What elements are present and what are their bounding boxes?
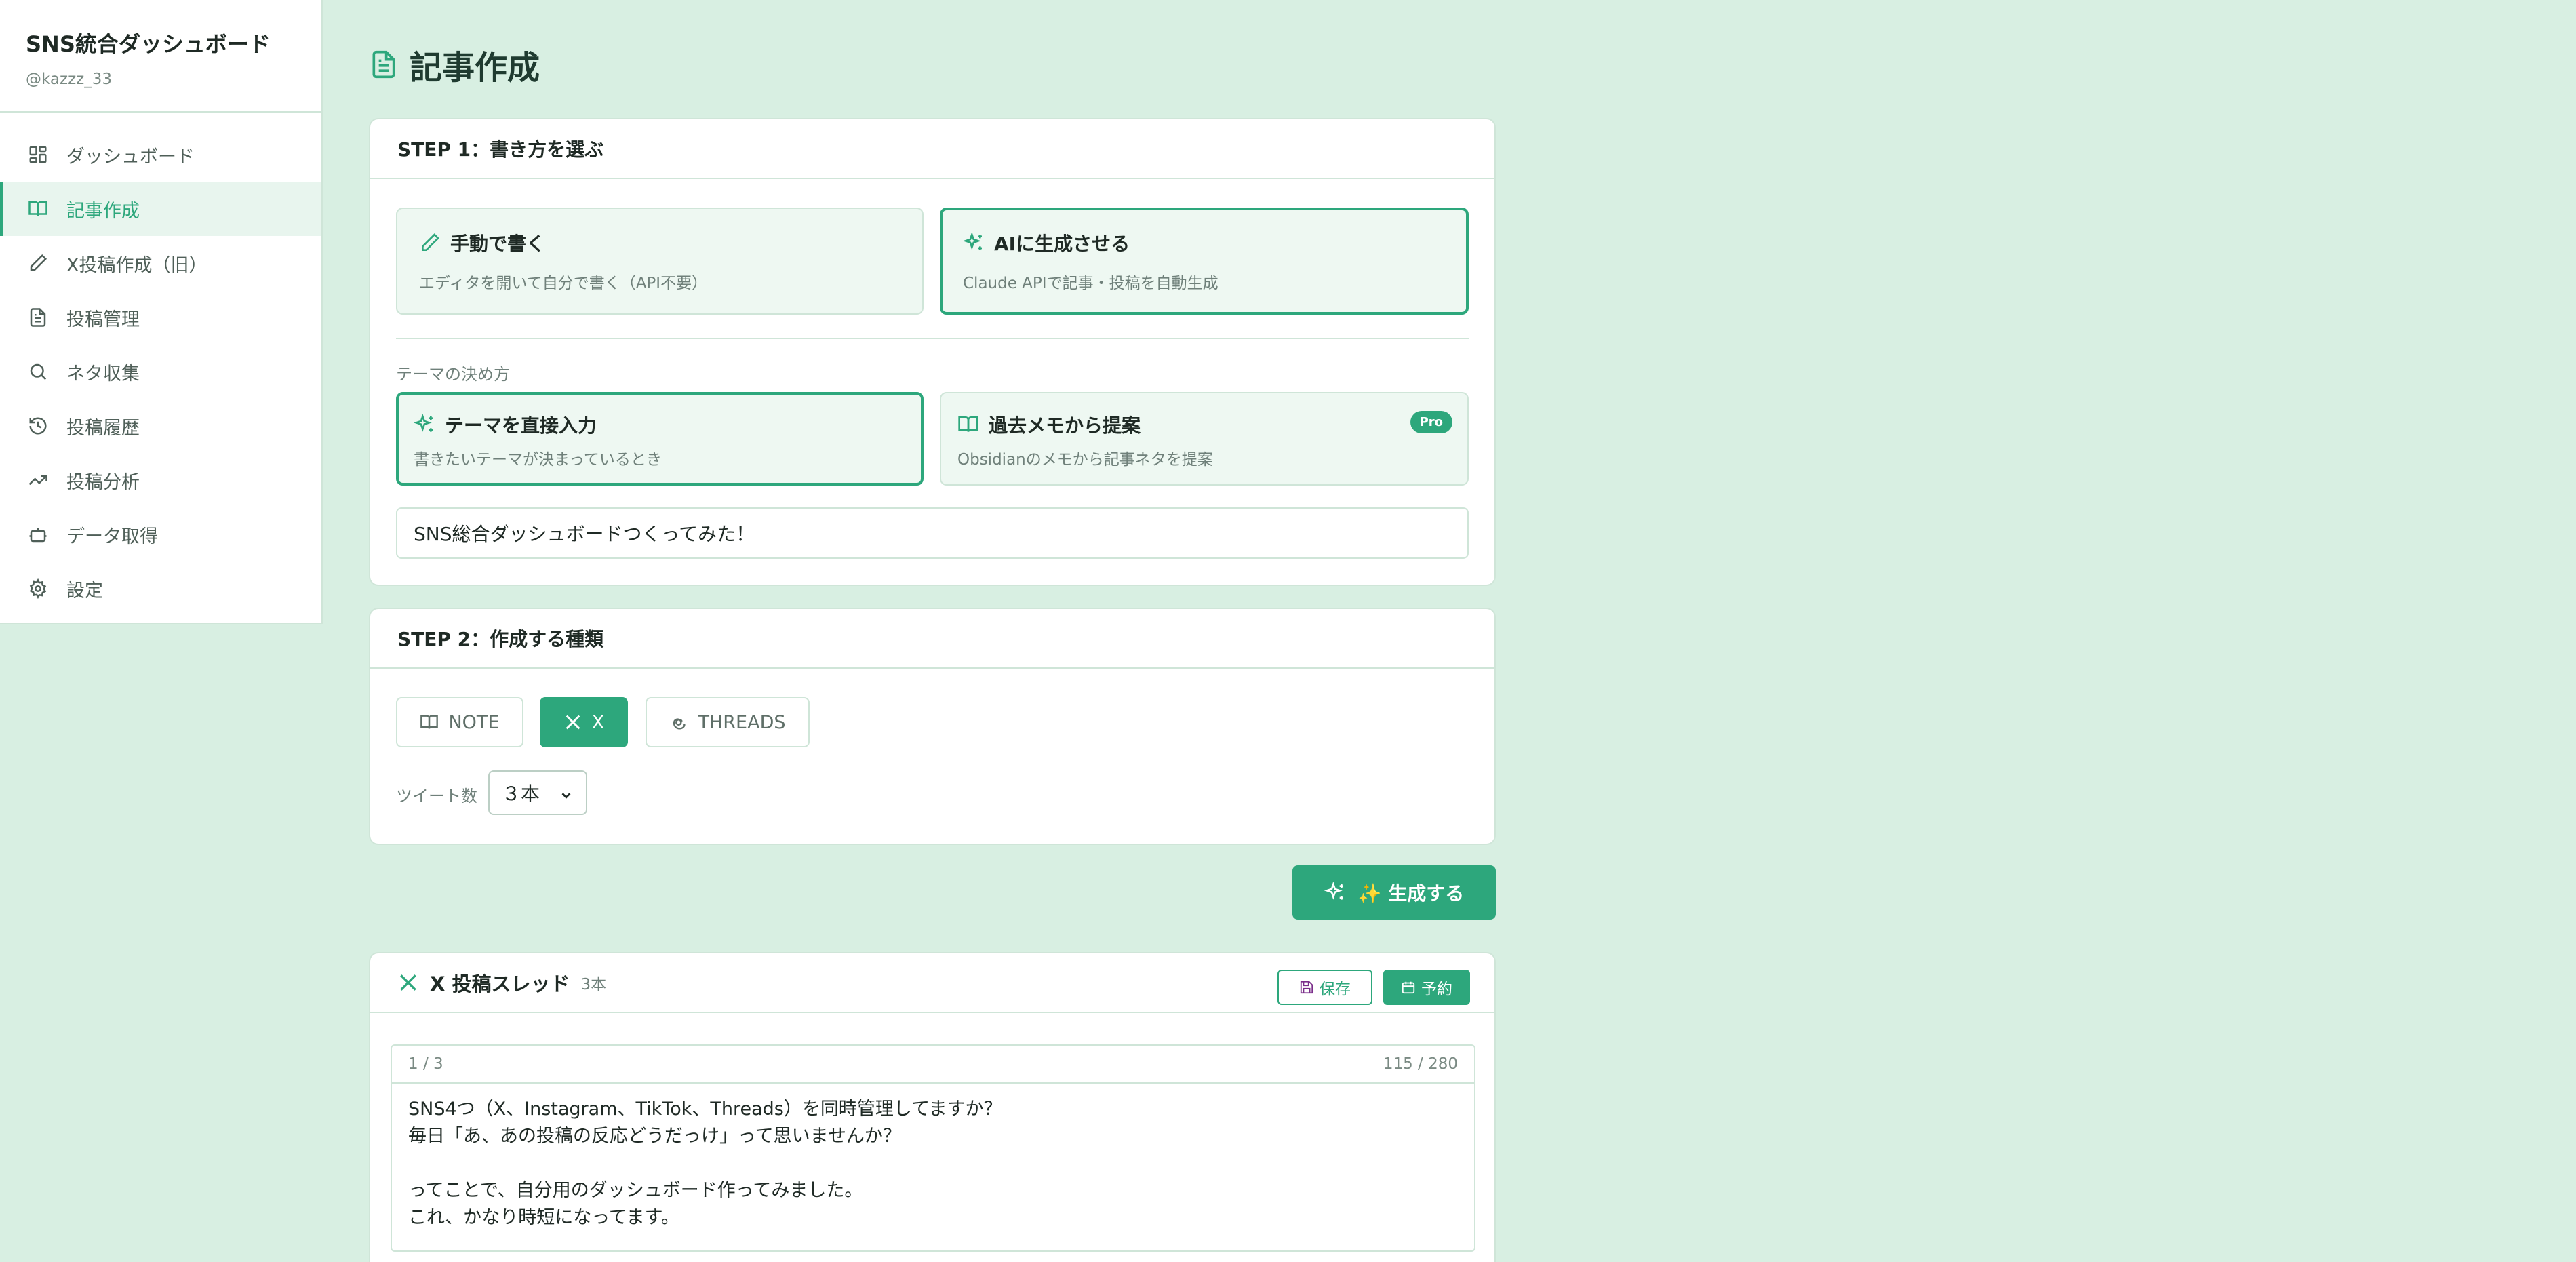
sidebar-item-label: データ取得 xyxy=(66,526,158,547)
sidebar-item-label: ネタ収集 xyxy=(66,363,140,384)
sparkles-icon xyxy=(963,232,982,250)
sidebar-item-label: 設定 xyxy=(66,580,103,602)
manual-write-option[interactable]: 手動で書く エディタを開いて自分で書く（API不要） xyxy=(396,208,924,315)
document-icon xyxy=(372,50,395,79)
manual-option-title: 手動で書く xyxy=(419,229,545,256)
search-icon xyxy=(27,361,49,382)
step1-header: STEP 1：書き方を選ぶ xyxy=(370,119,1494,179)
ai-option-desc: Claude APIで記事・投稿を自動生成 xyxy=(963,275,1218,292)
type-x-button[interactable]: X xyxy=(540,697,628,747)
pencil-icon xyxy=(27,252,49,274)
thread-title: X 投稿スレッド xyxy=(430,972,570,995)
tweet-count-label: ツイート数 xyxy=(396,787,477,806)
sidebar-item-label: 記事作成 xyxy=(66,200,140,222)
thread-count: 3本 xyxy=(580,976,607,993)
book-icon xyxy=(27,198,49,220)
threads-icon xyxy=(673,718,686,730)
sidebar-item-post-manage[interactable]: 投稿管理 xyxy=(0,290,321,344)
type-note-button[interactable]: NOTE xyxy=(396,697,523,747)
type-threads-button[interactable]: THREADS xyxy=(646,697,810,747)
tweet-text[interactable]: SNS4つ（X、Instagram、TikTok、Threads）を同時管理して… xyxy=(392,1084,1474,1244)
sidebar-item-label: ダッシュボード xyxy=(66,146,195,167)
sidebar-item-label: X投稿作成（旧） xyxy=(66,254,207,276)
sidebar-item-post-history[interactable]: 投稿履歴 xyxy=(0,399,321,453)
floppy-icon xyxy=(1300,981,1313,994)
page-title: 記事作成 xyxy=(410,49,540,87)
theme-direct-option[interactable]: テーマを直接入力 書きたいテーマが決まっているとき xyxy=(396,392,924,486)
x-thread-card: X 投稿スレッド 3本 保存 予約 1 / 3 115 / 280 SNS4つ（… xyxy=(369,952,1496,1262)
save-button[interactable]: 保存 xyxy=(1277,970,1372,1005)
brand: SNS統合ダッシュボード @kazzz_33 xyxy=(0,0,321,113)
sidebar-item-idea-collect[interactable]: ネタ収集 xyxy=(0,344,321,399)
book-icon xyxy=(420,715,439,729)
sparkles-icon xyxy=(414,414,433,432)
ai-generate-option[interactable]: AIに生成させる Claude APIで記事・投稿を自動生成 xyxy=(940,208,1469,315)
grid-icon xyxy=(27,144,49,165)
trending-icon xyxy=(27,469,49,491)
sidebar-item-data-fetch[interactable]: データ取得 xyxy=(0,507,321,561)
tweet-index: 1 / 3 xyxy=(408,1055,443,1073)
theme-method-label: テーマの決め方 xyxy=(396,365,510,384)
divider xyxy=(396,338,1469,339)
manual-option-desc: エディタを開いて自分で書く（API不要） xyxy=(419,275,708,292)
user-handle: @kazzz_33 xyxy=(26,71,112,88)
sidebar: SNS統合ダッシュボード @kazzz_33 ダッシュボード 記事作成 X投稿作… xyxy=(0,0,323,624)
generate-button[interactable]: ✨ 生成する xyxy=(1292,865,1496,920)
sidebar-item-label: 投稿分析 xyxy=(66,471,140,493)
sidebar-item-post-analytics[interactable]: 投稿分析 xyxy=(0,453,321,507)
sidebar-item-dashboard[interactable]: ダッシュボード xyxy=(0,127,321,182)
step1-card: STEP 1：書き方を選ぶ 手動で書く エディタを開いて自分で書く（API不要）… xyxy=(369,118,1496,586)
tweet-editor[interactable]: 1 / 3 115 / 280 SNS4つ（X、Instagram、TikTok… xyxy=(391,1044,1475,1252)
sidebar-item-label: 投稿管理 xyxy=(66,309,140,330)
char-count: 115 / 280 xyxy=(1383,1055,1458,1073)
step2-header: STEP 2：作成する種類 xyxy=(370,609,1494,669)
x-logo-icon xyxy=(566,715,580,730)
memo-option-title: 過去メモから提案 xyxy=(957,411,1141,438)
theme-input[interactable] xyxy=(396,507,1469,559)
step2-card: STEP 2：作成する種類 NOTE X THREADS ツイート数 ３本 xyxy=(369,608,1496,845)
gear-icon xyxy=(27,578,49,599)
direct-option-desc: 書きたいテーマが決まっているとき xyxy=(414,451,662,469)
sidebar-item-settings[interactable]: 設定 xyxy=(0,561,321,616)
pencil-icon xyxy=(422,233,439,251)
app-title: SNS統合ダッシュボード xyxy=(26,31,271,57)
sidebar-item-label: 投稿履歴 xyxy=(66,417,140,439)
memo-option-desc: Obsidianのメモから記事ネタを提案 xyxy=(957,451,1213,469)
tweet-editor-header: 1 / 3 115 / 280 xyxy=(392,1046,1474,1084)
memo-suggest-option[interactable]: 過去メモから提案 Obsidianのメモから記事ネタを提案 Pro xyxy=(940,392,1469,486)
page-header: 記事作成 xyxy=(369,41,540,88)
sparkles-icon xyxy=(1324,882,1343,900)
sidebar-item-x-post-old[interactable]: X投稿作成（旧） xyxy=(0,236,321,290)
direct-option-title: テーマを直接入力 xyxy=(414,411,597,438)
bot-icon xyxy=(27,524,49,545)
document-icon xyxy=(27,307,49,328)
tweet-count-select[interactable]: ３本 xyxy=(488,770,587,815)
book-icon xyxy=(958,416,978,432)
sidebar-item-article-create[interactable]: 記事作成 xyxy=(0,182,321,236)
calendar-icon xyxy=(1402,981,1415,994)
history-icon xyxy=(27,415,49,437)
sidebar-nav: ダッシュボード 記事作成 X投稿作成（旧） 投稿管理 ネタ収集 投稿履歴 投稿分… xyxy=(0,113,321,616)
chevron-down-icon xyxy=(559,785,574,800)
ai-option-title: AIに生成させる xyxy=(963,229,1130,256)
pro-badge: Pro xyxy=(1410,411,1452,433)
schedule-button[interactable]: 予約 xyxy=(1383,970,1470,1005)
x-logo-icon xyxy=(400,974,416,991)
